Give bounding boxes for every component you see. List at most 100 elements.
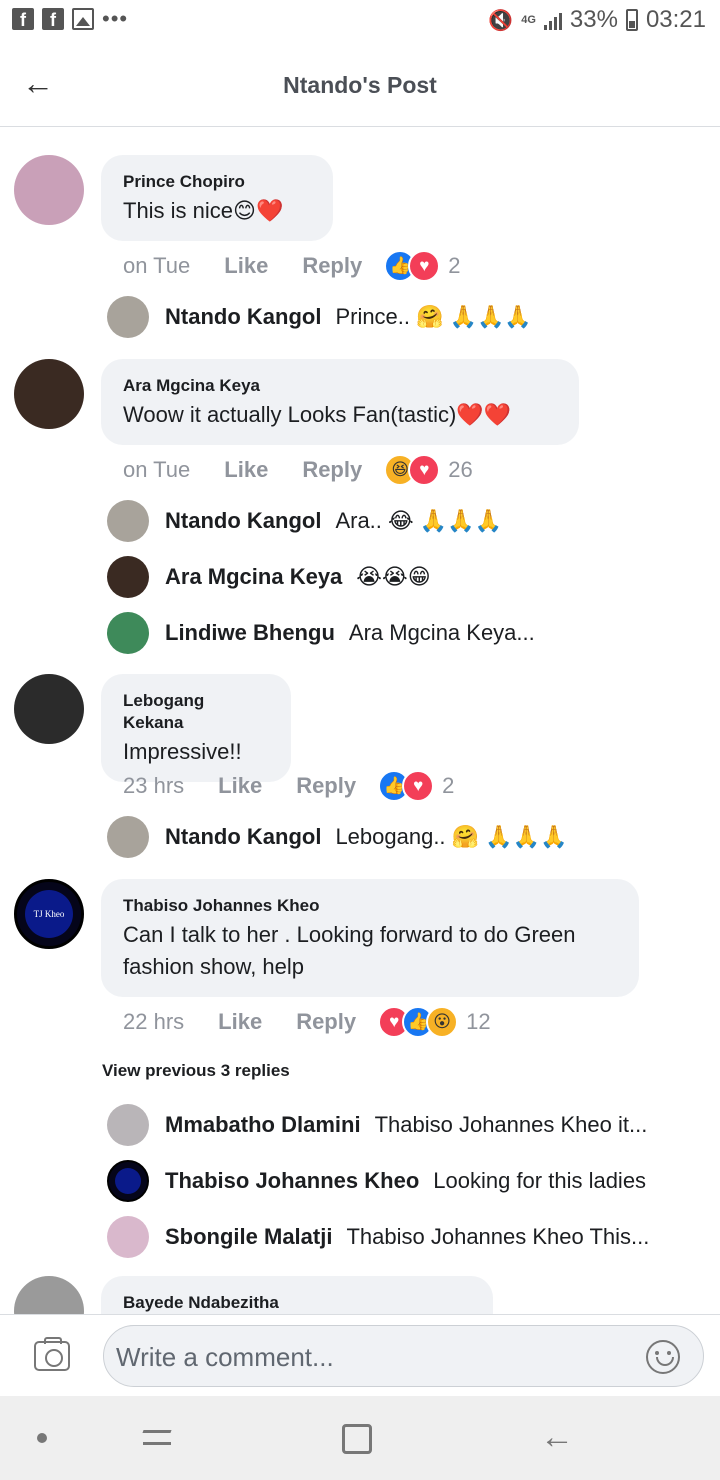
comment-bubble: Prince Chopiro This is nice😊❤️ xyxy=(101,155,333,241)
avatar-logo: TJ Kheo xyxy=(25,890,73,938)
reply-author[interactable]: Ntando Kangol xyxy=(165,824,321,850)
comment-time[interactable]: on Tue xyxy=(123,457,190,483)
battery-icon xyxy=(625,9,638,31)
reaction-count: 26 xyxy=(448,457,473,482)
like-button[interactable]: Like xyxy=(224,457,268,483)
emoji-icon[interactable] xyxy=(646,1340,680,1374)
reply-avatar[interactable] xyxy=(107,296,149,338)
reply-text: Thabiso Johannes Kheo it... xyxy=(374,1112,648,1137)
reply-author[interactable]: Ntando Kangol xyxy=(165,508,321,534)
facebook-icon: f xyxy=(42,8,64,30)
reply-item[interactable]: Ntando Kangol Lebogang.. 🤗 🙏🙏🙏 xyxy=(107,816,707,858)
comment-author[interactable]: Bayede Ndabezitha xyxy=(123,1292,471,1314)
mute-icon: 🔇 xyxy=(488,9,514,32)
reply-item[interactable]: Mmabatho Dlamini Thabiso Johannes Kheo it… xyxy=(107,1104,707,1146)
reply-avatar[interactable] xyxy=(107,556,149,598)
reply-avatar[interactable] xyxy=(107,1160,149,1202)
camera-icon[interactable] xyxy=(34,1337,70,1371)
comment-bubble: Ara Mgcina Keya Woow it actually Looks Fa… xyxy=(101,359,579,445)
reply-author[interactable]: Ntando Kangol xyxy=(165,304,321,330)
notification-icons: f f ••• xyxy=(12,8,128,30)
reply-item[interactable]: Sbongile Malatji Thabiso Johannes Kheo Th… xyxy=(107,1216,707,1258)
commenter-avatar[interactable]: TJ Kheo xyxy=(14,879,84,949)
reply-item[interactable]: Thabiso Johannes Kheo Looking for this la… xyxy=(107,1160,707,1202)
reply-button[interactable]: Reply xyxy=(296,773,356,799)
like-button[interactable]: Like xyxy=(224,253,268,279)
reply-button[interactable]: Reply xyxy=(296,1009,356,1035)
nav-back-icon[interactable]: ← xyxy=(540,1420,574,1454)
reply-avatar[interactable] xyxy=(107,1216,149,1258)
comment-input[interactable]: Write a comment... xyxy=(103,1325,704,1387)
reactions-summary[interactable]: 👍 ♥ 2 xyxy=(384,250,460,282)
reactions-summary[interactable]: 👍 ♥ 2 xyxy=(378,770,454,802)
reply-author[interactable]: Thabiso Johannes Kheo xyxy=(165,1168,419,1194)
reply-text: Looking for this ladies xyxy=(433,1168,647,1193)
reply-text: Ara.. 😂 🙏🙏🙏 xyxy=(335,508,503,533)
comment-time[interactable]: on Tue xyxy=(123,253,190,279)
network-type: 4G xyxy=(521,13,536,26)
comment-author[interactable]: Lebogang Kekana xyxy=(123,690,269,734)
recent-apps-icon[interactable] xyxy=(142,1426,172,1450)
reply-item[interactable]: Ara Mgcina Keya 😭😭😁 xyxy=(107,556,707,598)
comment-bubble: Lebogang Kekana Impressive!! xyxy=(101,674,291,782)
like-button[interactable]: Like xyxy=(218,773,262,799)
reply-text: Lebogang.. 🤗 🙏🙏🙏 xyxy=(335,824,568,849)
battery-percent: 33% xyxy=(569,6,618,33)
reply-button[interactable]: Reply xyxy=(302,457,362,483)
comment-author[interactable]: Thabiso Johannes Kheo xyxy=(123,895,617,917)
comment-text: This is nice😊❤️ xyxy=(123,198,284,223)
reply-avatar[interactable] xyxy=(107,612,149,654)
like-button[interactable]: Like xyxy=(218,1009,262,1035)
app-header: ← Ntando's Post xyxy=(0,44,720,127)
reply-text: Thabiso Johannes Kheo This... xyxy=(346,1224,650,1249)
reply-text: Ara Mgcina Keya... xyxy=(348,620,535,645)
reaction-count: 12 xyxy=(466,1009,491,1034)
reply-item[interactable]: Lindiwe Bhengu Ara Mgcina Keya... xyxy=(107,612,707,654)
reactions-summary[interactable]: 😆 ♥ 26 xyxy=(384,454,473,486)
more-icon: ••• xyxy=(102,6,129,31)
commenter-avatar[interactable] xyxy=(14,1276,84,1314)
comment-composer: Write a comment... xyxy=(0,1314,720,1396)
reply-author[interactable]: Mmabatho Dlamini xyxy=(165,1112,361,1138)
reply-button[interactable]: Reply xyxy=(302,253,362,279)
comment-placeholder: Write a comment... xyxy=(116,1342,334,1372)
comment-bubble: Bayede Ndabezitha xyxy=(101,1276,493,1314)
comment-time[interactable]: 23 hrs xyxy=(123,773,184,799)
comment-text: Can I talk to her . Looking forward to d… xyxy=(123,922,576,979)
comment-actions: 22 hrs Like Reply ♥ 👍 😮 12 xyxy=(123,1004,491,1040)
comment-actions: on Tue Like Reply 👍 ♥ 2 xyxy=(123,248,460,284)
reply-text: Prince.. 🤗 🙏🙏🙏 xyxy=(335,304,532,329)
facebook-icon: f xyxy=(12,8,34,30)
reply-author[interactable]: Lindiwe Bhengu xyxy=(165,620,335,646)
reply-avatar[interactable] xyxy=(107,500,149,542)
home-icon[interactable] xyxy=(342,1424,372,1454)
wow-reaction-icon: 😮 xyxy=(426,1006,459,1038)
reply-avatar[interactable] xyxy=(107,816,149,858)
view-previous-replies-link[interactable]: View previous 3 replies xyxy=(102,1061,290,1081)
reply-author[interactable]: Sbongile Malatji xyxy=(165,1224,332,1250)
image-icon xyxy=(72,8,94,30)
comments-list[interactable]: Prince Chopiro This is nice😊❤️ on Tue Like R… xyxy=(0,128,720,1314)
comment-bubble: Thabiso Johannes Kheo Can I talk to her .… xyxy=(101,879,639,997)
comment-author[interactable]: Prince Chopiro xyxy=(123,171,311,193)
system-nav-bar: ← xyxy=(0,1396,720,1480)
comment-author[interactable]: Ara Mgcina Keya xyxy=(123,375,557,397)
page-title: Ntando's Post xyxy=(283,72,437,98)
signal-icon xyxy=(543,10,562,30)
clock: 03:21 xyxy=(645,6,706,33)
reactions-summary[interactable]: ♥ 👍 😮 12 xyxy=(378,1006,491,1038)
nav-dot-icon[interactable] xyxy=(37,1433,47,1443)
love-reaction-icon: ♥ xyxy=(408,250,441,282)
status-bar: f f ••• 🔇 4G 33% 03:21 xyxy=(0,0,720,44)
comment-actions: 23 hrs Like Reply 👍 ♥ 2 xyxy=(123,768,454,804)
comment-time[interactable]: 22 hrs xyxy=(123,1009,184,1035)
reply-text: 😭😭😁 xyxy=(356,564,431,589)
commenter-avatar[interactable] xyxy=(14,359,84,429)
reply-avatar[interactable] xyxy=(107,1104,149,1146)
love-reaction-icon: ♥ xyxy=(402,770,435,802)
reply-author[interactable]: Ara Mgcina Keya xyxy=(165,564,342,590)
reply-item[interactable]: Ntando Kangol Prince.. 🤗 🙏🙏🙏 xyxy=(107,296,707,338)
commenter-avatar[interactable] xyxy=(14,674,84,744)
reply-item[interactable]: Ntando Kangol Ara.. 😂 🙏🙏🙏 xyxy=(107,500,707,542)
commenter-avatar[interactable] xyxy=(14,155,84,225)
